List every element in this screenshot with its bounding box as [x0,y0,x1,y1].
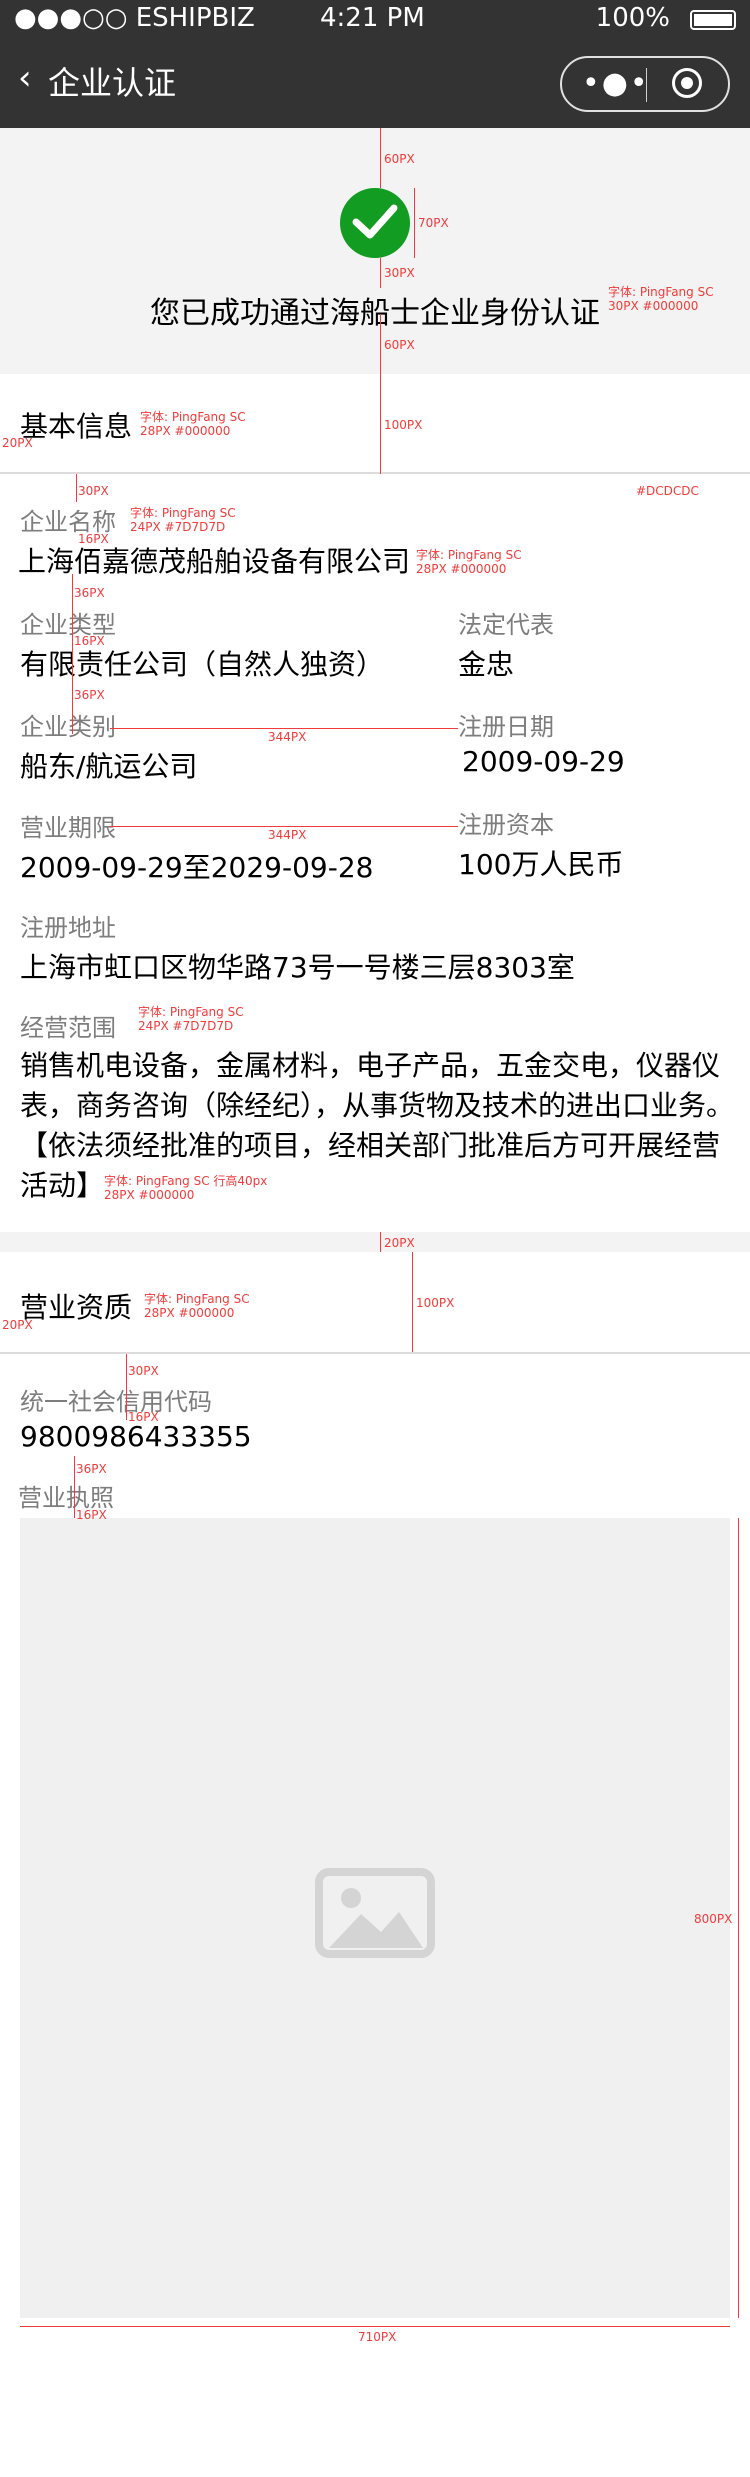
more-icon[interactable]: •●• [582,66,650,101]
capital-value: 100万人民币 [458,848,624,881]
annotation: 字体: PingFang SC [140,410,246,424]
navbar: ‹ 企业认证 •●• [0,40,750,128]
annotation: 字体: PingFang SC [144,1292,250,1306]
carrier-label: ●●●○○ ESHIPBIZ [14,3,255,33]
annotation: 30PX [384,266,415,280]
annotation: 344PX [268,730,307,744]
reg-date-label: 注册日期 [458,713,554,741]
annotation: 24PX #7D7D7D [130,520,226,534]
image-icon [315,1868,435,1958]
annotation: 70PX [418,216,449,230]
annotation: 344PX [268,828,307,842]
annotation-line [72,574,73,734]
annotation: 36PX [74,688,105,702]
annotation-line [380,258,381,288]
back-icon[interactable]: ‹ [18,58,32,98]
annotation-line [380,1232,381,1252]
annotation: 36PX [76,1462,107,1476]
annotation: 16PX [128,1410,159,1424]
legal-rep-value: 金忠 [458,648,515,681]
annotation-line [74,1456,75,1518]
credit-code-value: 9800986433355 [20,1420,252,1453]
section-divider [0,472,750,474]
term-label: 营业期限 [20,814,116,842]
annotation: 800PX [694,1912,733,1926]
annotation: 30PX #000000 [608,299,699,313]
check-icon [340,188,410,258]
annotation: 20PX [2,1318,33,1332]
capital-label: 注册资本 [458,811,554,839]
annotation: 24PX #7D7D7D [138,1019,234,1033]
annotation: 20PX [2,436,33,450]
section-title-qualification: 营业资质 [20,1291,133,1324]
annotation: 100PX [384,418,423,432]
annotation: 16PX [74,634,105,648]
annotation-line [412,1252,413,1352]
annotation-line [380,128,381,188]
annotation: 710PX [358,2330,397,2344]
term-value: 2009-09-29至2029-09-28 [20,851,374,884]
scope-label: 经营范围 [20,1014,116,1042]
battery-icon [690,10,736,30]
status-bar: ●●●○○ ESHIPBIZ 4:21 PM 100% [0,0,750,40]
annotation: 字体: PingFang SC 行高40px [104,1174,268,1188]
company-type-value: 有限责任公司（自然人独资） [20,648,385,681]
annotation: 28PX #000000 [104,1188,195,1202]
annotation: 28PX #000000 [140,424,231,438]
annotation-line [76,474,77,502]
annotation-line [110,728,458,729]
annotation: #DCDCDC [636,484,699,498]
address-label: 注册地址 [20,914,116,942]
legal-rep-label: 法定代表 [458,611,554,639]
battery-percent: 100% [595,3,670,33]
category-value: 船东/航运公司 [20,750,198,783]
section-gap [0,1232,750,1252]
address-value: 上海市虹口区物华路73号一号楼三层8303室 [20,951,575,984]
annotation-line [126,1354,127,1420]
clock: 4:21 PM [320,3,425,33]
company-name-value: 上海佰嘉德茂船舶设备有限公司 [18,545,411,578]
annotation: 字体: PingFang SC [130,506,236,520]
annotation-line [20,2326,730,2327]
annotation-line [110,826,458,827]
annotation: 16PX [76,1508,107,1522]
annotation: 100PX [416,1296,455,1310]
annotation-line [738,1518,739,2318]
success-banner: 您已成功通过海船士企业身份认证 [0,128,750,374]
annotation: 28PX #000000 [416,562,507,576]
section-divider [0,1352,750,1354]
annotation: 字体: PingFang SC [608,285,714,299]
license-image-placeholder[interactable] [20,1518,730,2318]
page-title: 企业认证 [48,64,177,102]
close-icon[interactable] [672,68,702,98]
capsule-divider [646,68,647,102]
section-title-basic: 基本信息 [20,410,133,443]
annotation: 36PX [74,586,105,600]
annotation: 20PX [384,1236,415,1250]
annotation: 30PX [78,484,109,498]
annotation: 字体: PingFang SC [138,1005,244,1019]
annotation: 字体: PingFang SC [416,548,522,562]
reg-date-value: 2009-09-29 [462,745,625,778]
annotation-line [414,188,415,258]
category-label: 企业类别 [20,713,116,741]
annotation: 30PX [128,1364,159,1378]
credit-code-label: 统一社会信用代码 [20,1388,212,1416]
annotation: 60PX [384,152,415,166]
annotation: 16PX [78,532,109,546]
annotation-line [380,314,381,374]
annotation-line [380,374,381,474]
mini-program-capsule: •●• [560,56,730,112]
annotation: 60PX [384,338,415,352]
annotation: 28PX #000000 [144,1306,235,1320]
